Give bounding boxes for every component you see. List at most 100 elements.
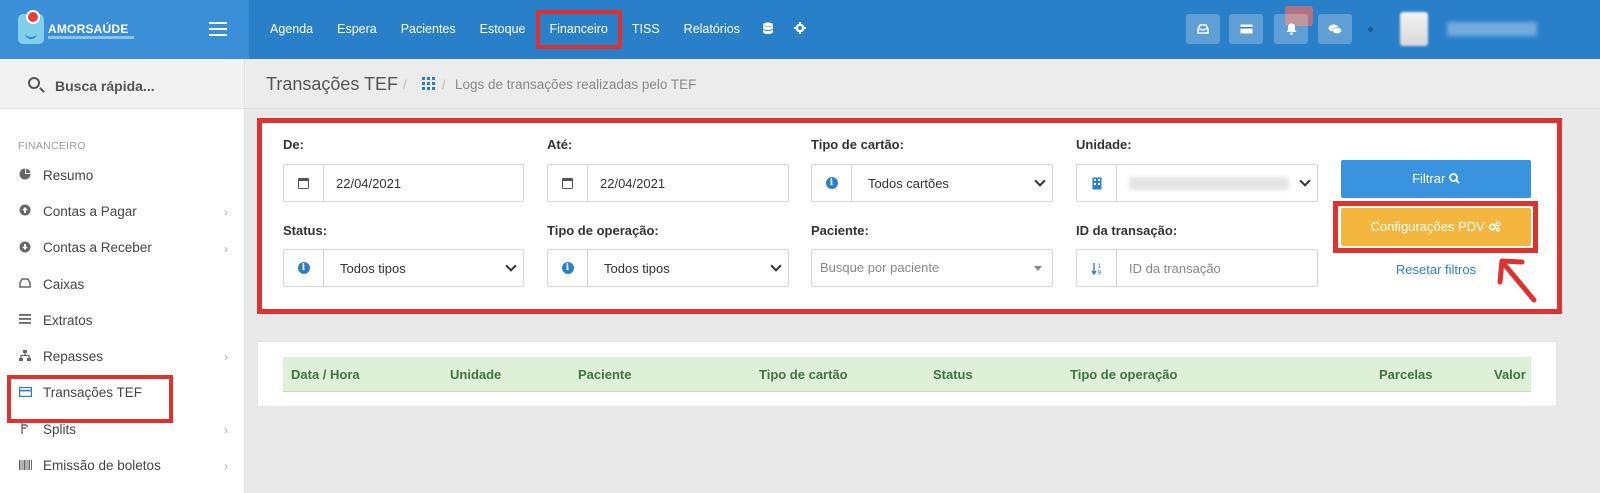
column-tipo-cartao[interactable]: Tipo de cartão — [759, 367, 848, 382]
calendar-icon — [284, 165, 324, 201]
tipo-operacao-select[interactable]: i Todos tipos — [547, 249, 789, 287]
sidebar-item-label: Contas a Receber — [43, 240, 152, 256]
barcode-icon — [18, 459, 32, 473]
column-tipo-operacao[interactable]: Tipo de operação — [1070, 367, 1177, 382]
main-nav: Agenda Espera Pacientes Estoque Financei… — [258, 0, 816, 59]
sidebar-item-label: Splits — [43, 421, 77, 437]
chevron-down-icon — [1034, 175, 1046, 187]
tipo-cartao-label: Tipo de cartão: — [811, 137, 904, 152]
filter-button-label: Filtrar — [1412, 171, 1446, 186]
sidebar-item-caixas[interactable]: Caixas — [0, 266, 244, 302]
sidebar-menu: Resumo Contas a Pagar › Contas a Receber… — [0, 157, 244, 484]
info-icon: i — [812, 165, 852, 201]
sidebar-item-label: Extratos — [43, 312, 93, 328]
ate-date-value: 22/04/2021 — [600, 176, 666, 191]
sidebar-item-extratos[interactable]: Extratos — [0, 302, 244, 338]
column-status[interactable]: Status — [933, 367, 973, 382]
chat-icon[interactable] — [1318, 14, 1352, 44]
user-name[interactable] — [1447, 22, 1537, 36]
hamburger-menu-icon[interactable] — [209, 22, 227, 36]
grid-icon[interactable] — [422, 77, 435, 90]
breadcrumb: Transações TEF / / Logs de transações re… — [245, 59, 1600, 109]
database-icon[interactable] — [752, 22, 784, 38]
status-label: Status: — [283, 223, 328, 238]
gear-icon[interactable] — [784, 22, 816, 37]
pie-chart-icon — [18, 168, 32, 182]
sort-numeric-icon: 19 — [1077, 250, 1117, 286]
chevron-right-icon: › — [224, 241, 228, 256]
split-icon — [18, 422, 32, 436]
filter-button[interactable]: Filtrar — [1341, 160, 1531, 198]
chevron-right-icon: › — [224, 423, 228, 438]
paciente-search[interactable]: Busque por paciente — [811, 249, 1053, 287]
unidade-select[interactable] — [1076, 164, 1318, 202]
unidade-label: Unidade: — [1076, 137, 1132, 152]
logo-area: AMORSAÚDE — [0, 0, 249, 59]
paciente-label: Paciente: — [811, 223, 869, 238]
avatar[interactable] — [1400, 12, 1428, 46]
building-icon — [1077, 165, 1117, 201]
id-transacao-label: ID da transação: — [1076, 223, 1178, 238]
config-pdv-button[interactable]: Configurações PDV — [1341, 208, 1531, 246]
status-select[interactable]: i Todos tipos — [283, 249, 524, 287]
column-data-hora[interactable]: Data / Hora — [291, 367, 360, 382]
config-pdv-label: Configurações PDV — [1370, 219, 1485, 234]
page-title: Transações TEF — [266, 74, 399, 94]
sidebar-item-resumo[interactable]: Resumo — [0, 157, 244, 193]
breadcrumb-separator: / — [403, 77, 407, 92]
tipo-cartao-select[interactable]: i Todos cartões — [811, 164, 1053, 202]
inbox-icon — [18, 277, 32, 291]
sidebar-item-label: Emissão de boletos — [43, 458, 161, 474]
sidebar-item-emissao-de-boletos[interactable]: Emissão de boletos › — [0, 447, 244, 483]
sidebar-item-label: Contas a Pagar — [43, 203, 137, 219]
arrow-up-circle-icon — [18, 204, 32, 218]
nav-pacientes[interactable]: Pacientes — [389, 0, 468, 59]
nav-financeiro[interactable]: Financeiro — [535, 0, 623, 59]
gears-icon — [1489, 221, 1501, 232]
id-transacao-field[interactable]: 19 ID da transação — [1076, 249, 1318, 287]
column-unidade[interactable]: Unidade — [450, 367, 501, 382]
chevron-right-icon: › — [224, 350, 228, 365]
sidebar-item-label: Caixas — [43, 276, 85, 292]
id-transacao-placeholder: ID da transação — [1129, 261, 1221, 276]
sidebar-item-contas-a-pagar[interactable]: Contas a Pagar › — [0, 193, 244, 229]
chevron-right-icon: › — [224, 205, 228, 220]
ate-date-field[interactable]: 22/04/2021 — [547, 164, 789, 202]
sidebar-item-splits[interactable]: Splits › — [0, 411, 244, 447]
quick-search[interactable]: Busca rápida... — [0, 59, 244, 109]
card-icon[interactable] — [1229, 14, 1263, 44]
nav-estoque[interactable]: Estoque — [468, 0, 538, 59]
column-parcelas[interactable]: Parcelas — [1379, 367, 1433, 382]
unidade-value — [1129, 177, 1289, 190]
logo-text: AMORSAÚDE — [48, 22, 129, 36]
search-icon — [28, 77, 40, 89]
inbox-icon[interactable] — [1186, 14, 1220, 44]
column-valor[interactable]: Valor — [1494, 367, 1526, 382]
column-paciente[interactable]: Paciente — [578, 367, 631, 382]
chevron-right-icon: › — [224, 459, 228, 474]
sitemap-icon — [18, 349, 32, 364]
arrow-down-circle-icon — [18, 241, 32, 255]
sidebar: Busca rápida... FINANCEIRO Resumo Contas… — [0, 59, 245, 493]
quick-search-label: Busca rápida... — [55, 78, 155, 94]
nav-relatorios[interactable]: Relatórios — [672, 0, 752, 59]
bell-icon[interactable] — [1274, 14, 1308, 44]
de-date-field[interactable]: 22/04/2021 — [283, 164, 524, 202]
sidebar-item-repasses[interactable]: Repasses › — [0, 338, 244, 374]
chevron-down-icon — [1299, 175, 1311, 187]
tipo-operacao-label: Tipo de operação: — [547, 223, 659, 238]
caret-down-icon — [1034, 266, 1042, 271]
nav-agenda[interactable]: Agenda — [258, 0, 325, 59]
search-icon — [1449, 173, 1460, 184]
nav-tiss[interactable]: TISS — [620, 0, 672, 59]
breadcrumb-subtitle: Logs de transações realizadas pelo TEF — [455, 77, 697, 92]
de-label: De: — [283, 137, 304, 152]
logo-tagline — [48, 36, 134, 39]
annotation-arrow-icon — [1497, 258, 1537, 303]
sidebar-item-label: Repasses — [43, 349, 104, 365]
nav-espera[interactable]: Espera — [325, 0, 389, 59]
sidebar-item-transacoes-tef[interactable]: Transações TEF — [0, 374, 244, 424]
chevron-down-icon — [770, 260, 782, 272]
breadcrumb-separator: / — [442, 77, 446, 92]
sidebar-item-contas-a-receber[interactable]: Contas a Receber › — [0, 230, 244, 266]
